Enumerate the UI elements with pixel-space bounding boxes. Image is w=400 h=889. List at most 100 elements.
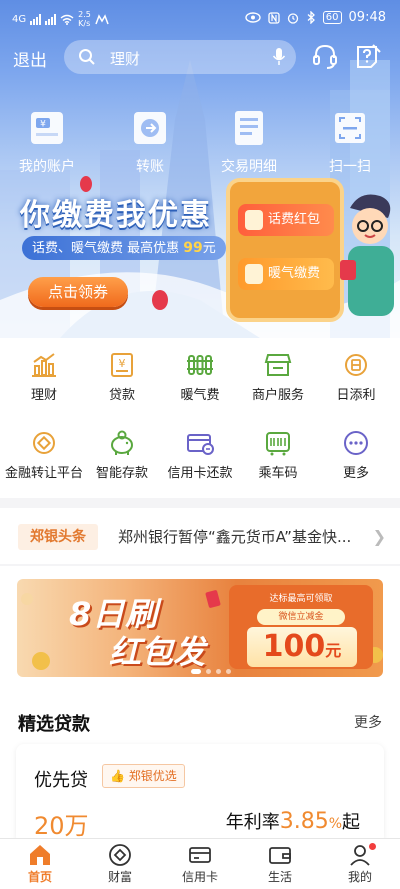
network-type: 4G [12,13,27,25]
svg-text:¥: ¥ [119,357,126,370]
service-label: 理财 [30,388,57,403]
carousel-dot[interactable] [191,669,201,674]
carousel-dot[interactable] [226,669,231,674]
service-label: 商户服务 [251,388,304,403]
transfer-platform-icon [33,432,55,454]
news-headline[interactable]: 郑州银行暂停“鑫元货币A”基金快... [118,526,358,547]
promo-unit: 元 [202,241,216,256]
claim-coupon-button[interactable]: 点击领券 [28,277,128,307]
service-bus-code[interactable]: 乘车码 [238,430,318,481]
app-notification-icon [95,13,109,24]
transaction-details-icon [235,111,263,145]
bluetooth-icon [307,11,315,24]
radiator-icon [245,264,263,284]
quick-my-account[interactable]: ¥ 我的账户 [12,108,82,176]
service-more[interactable]: 更多 [316,430,396,481]
service-loan[interactable]: ¥ 贷款 [82,352,162,403]
service-smart-deposit[interactable]: 智能存款 [82,430,162,481]
bus-code-icon [266,432,290,456]
tab-label: 生活 [267,870,292,884]
hero-banner[interactable]: 4G 2.5 K/s 60 09:48 退出 理财 ¥ 我的账户 转账 交易明细… [0,0,400,338]
rate-suffix: 起 [342,812,360,833]
service-daily-profit[interactable]: 日添利 [316,352,396,403]
banner-tag: 微信立减金 [257,609,345,625]
carousel-slide[interactable]: 8日刷 红包发 达标最高可领取 微信立减金 100元 [17,579,383,677]
red-envelope-icon [245,210,263,230]
status-left: 4G 2.5 K/s [12,10,109,28]
loan-badge-label: 郑银优选 [128,769,177,783]
tab-life[interactable]: 生活 [250,843,310,885]
banner-unit: 元 [325,641,342,660]
status-right: 60 09:48 [245,10,386,25]
tab-wealth[interactable]: 财富 [90,843,150,885]
quick-label: 转账 [136,159,164,175]
svg-text:¥: ¥ [40,120,46,130]
exit-button[interactable]: 退出 [13,46,47,71]
service-merchant[interactable]: 商户服务 [238,352,318,403]
help-icon[interactable] [354,42,382,70]
thumbs-up-icon: 👍 [110,769,125,783]
service-transfer-platform[interactable]: 金融转让平台 [4,430,84,481]
status-bar: 4G 2.5 K/s 60 09:48 [0,0,400,36]
phone-bill-card: 话费红包 [238,204,334,236]
tab-profile[interactable]: 我的 [330,843,390,885]
network-speed: 2.5 K/s [78,10,91,28]
eye-icon [245,12,261,23]
alarm-icon [287,12,298,24]
wealth-icon [109,844,131,866]
section-title: 精选贷款 [18,714,90,735]
featured-loans-section: 精选贷款 更多 优先贷 👍 郑银优选 20万 年利率3.85%起 [0,694,400,844]
microphone-icon[interactable] [272,47,286,67]
wallet-icon [269,847,291,864]
quick-scan[interactable]: 扫一扫 [315,108,385,176]
bottom-tab-bar: 首页 财富 信用卡 生活 我的 [0,838,400,889]
transfer-icon [134,112,166,144]
quick-transaction-details[interactable]: 交易明细 [214,108,284,176]
account-card-icon: ¥ [31,112,63,144]
news-tag: 郑银头条 [18,524,98,550]
speed-unit: K/s [78,19,91,28]
banner-amount-box: 100元 [247,627,357,667]
rate-percent: % [328,816,342,832]
search-bar[interactable]: 理财 [64,40,296,74]
search-placeholder: 理财 [110,50,141,68]
service-heating-fee[interactable]: 暖气费 [160,352,240,403]
carousel-dot[interactable] [216,669,221,674]
service-credit-repay[interactable]: 信用卡还款 [160,430,240,481]
quick-label: 交易明细 [221,159,277,175]
heating-label: 暖气缴费 [268,266,321,281]
carousel-dot[interactable] [206,669,211,674]
home-icon [30,845,50,865]
news-ticker[interactable]: 郑银头条 郑州银行暂停“鑫元货币A”基金快... ❯ [0,508,400,564]
banner-amount: 100 [262,629,326,664]
shop-icon [264,354,292,376]
top-bar: 退出 理财 [0,38,400,78]
promo-amount: 99 [183,240,203,256]
chevron-right-icon: ❯ [372,527,386,546]
signal-icon-2 [45,13,57,25]
mascot-illustration [340,194,394,316]
tab-home[interactable]: 首页 [10,843,70,885]
service-label: 更多 [342,466,369,481]
tab-credit-card[interactable]: 信用卡 [170,843,230,885]
loan-badge: 👍 郑银优选 [102,764,185,788]
search-icon [79,49,95,65]
more-link[interactable]: 更多 [354,712,382,732]
loan-doc-icon: ¥ [111,353,133,377]
customer-service-icon[interactable] [311,42,339,70]
chart-icon [32,353,56,377]
loan-card[interactable]: 优先贷 👍 郑银优选 20万 年利率3.85%起 [16,744,384,844]
promo-title: 你缴费我优惠 [20,198,212,233]
piggy-bank-icon [111,430,133,455]
wifi-icon [60,14,74,25]
phone-illustration: 话费红包 暖气缴费 [226,178,344,322]
credit-card-tab-icon [189,847,211,863]
promo-carousel: 8日刷 红包发 达标最高可领取 微信立减金 100元 [0,566,400,694]
carousel-dots [191,669,231,674]
credit-card-icon [187,434,214,455]
loan-amount: 20万 [34,812,89,840]
quick-transfer[interactable]: 转账 [115,108,185,176]
service-label: 信用卡还款 [167,466,233,481]
notification-dot [369,843,376,850]
service-wealth-management[interactable]: 理财 [4,352,84,403]
